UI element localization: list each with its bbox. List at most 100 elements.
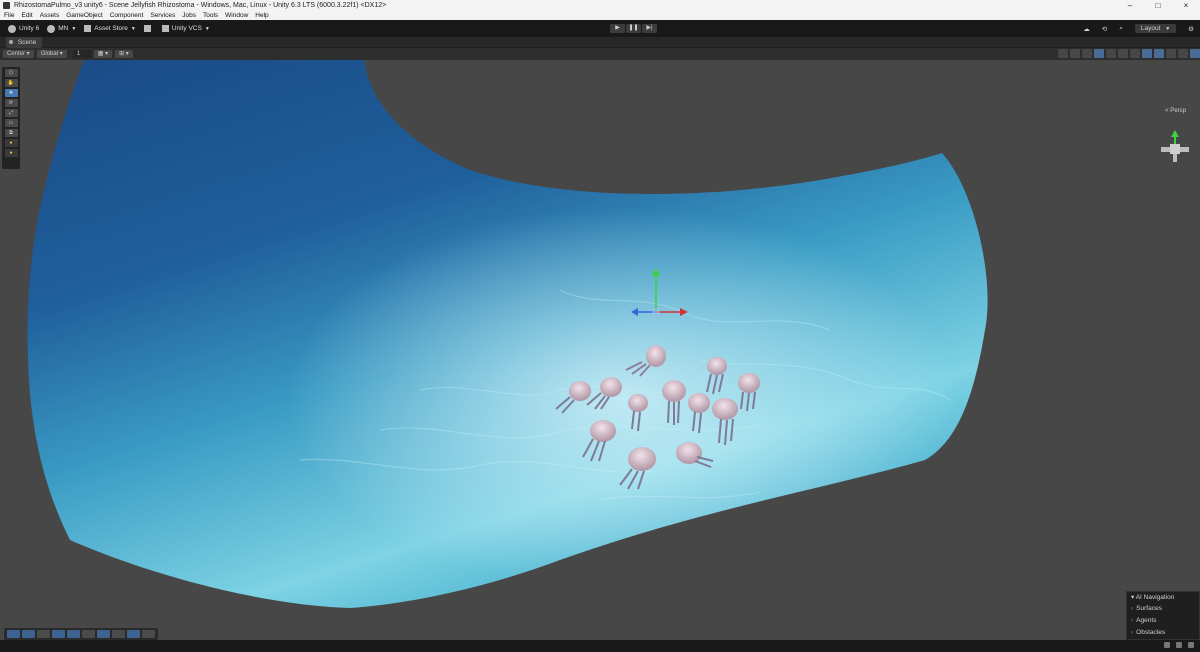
overlay-tool-9-icon[interactable] (127, 630, 140, 638)
scene-view-toggles (1058, 49, 1200, 58)
shading-shaded-icon[interactable] (1082, 49, 1092, 58)
asset-store-label: Asset Store (94, 25, 128, 32)
step-button[interactable]: ▶| (642, 24, 657, 33)
unity-version-button[interactable]: Unity 6 (8, 20, 39, 37)
ai-navigation-overlay: ▾ AI Navigation Surfaces Agents Obstacle… (1126, 591, 1200, 640)
chevron-down-icon: ▼ (1165, 26, 1171, 32)
tool-rect-icon[interactable]: ▭ (4, 119, 18, 127)
tab-scene-label: Scene (17, 39, 37, 46)
snap-dropdown[interactable]: ⊞ ▾ (115, 50, 133, 58)
pause-button[interactable]: ❚❚ (626, 24, 641, 33)
overlay-tool-7-icon[interactable] (97, 630, 110, 638)
account-label: MN (58, 25, 69, 32)
tab-scene[interactable]: Scene (6, 37, 43, 48)
window-titlebar: RhizostomaPulmo_v3 unity6 - Scene Jellyf… (0, 0, 1200, 11)
account-dropdown[interactable]: MN ▼ (47, 20, 76, 37)
overlay-tool-10-icon[interactable] (142, 630, 155, 638)
tool-transform-icon[interactable]: ⧉ (4, 129, 18, 137)
chevron-down-icon: ▾ (1131, 594, 1135, 601)
menu-assets[interactable]: Assets (40, 11, 60, 20)
ai-nav-surfaces[interactable]: Surfaces (1127, 603, 1199, 615)
status-icon-3[interactable] (1188, 642, 1194, 648)
tool-view-mode-icon[interactable]: ⬡ (4, 69, 18, 77)
tool-scale-icon[interactable]: ⤢ (4, 109, 18, 117)
scene-render (27, 60, 988, 608)
pivot-rotation-label: Global (40, 51, 59, 57)
minimize-button[interactable]: – (1116, 0, 1144, 11)
layout-label: Layout (1140, 25, 1161, 32)
orientation-gizmo[interactable] (1160, 129, 1190, 165)
overlay-tool-8-icon[interactable] (112, 630, 125, 638)
draw-mode-icon[interactable] (1058, 49, 1068, 58)
shading-dropdown-icon[interactable] (1106, 49, 1116, 58)
overlay-tool-5-icon[interactable] (67, 630, 80, 638)
layout-dropdown[interactable]: Layout ▼ (1134, 24, 1177, 33)
asset-store-dropdown[interactable]: Asset Store ▼ (84, 20, 136, 37)
menu-window[interactable]: Window (225, 11, 248, 20)
overlay-tool-1-icon[interactable] (7, 630, 20, 638)
ai-navigation-header[interactable]: ▾ AI Navigation (1127, 592, 1199, 603)
audio-toggle-icon[interactable] (1142, 49, 1152, 58)
menu-jobs[interactable]: Jobs (182, 11, 196, 20)
grid-toggle-dropdown[interactable]: ▦ ▾ (93, 50, 113, 58)
package-manager-button[interactable] (143, 20, 154, 37)
ai-navigation-title: AI Navigation (1135, 594, 1175, 601)
grid-size-value: 1 (76, 51, 81, 57)
gizmos-toggle-icon[interactable] (1190, 49, 1200, 58)
maximize-button[interactable]: □ (1144, 0, 1172, 11)
overlay-tool-4-icon[interactable] (52, 630, 65, 638)
close-button[interactable]: × (1172, 0, 1200, 11)
toolbar-right: ☁ ⟲ ⌕ Layout ▼ ⚙ (1083, 20, 1194, 37)
main-toolbar: Unity 6 MN ▼ Asset Store ▼ Unity VCS ▼ (0, 20, 1200, 37)
package-icon (143, 25, 151, 32)
scene-viewport[interactable]: < Persp (0, 60, 1200, 640)
effects-toggle-icon[interactable] (1154, 49, 1164, 58)
vcs-label: Unity VCS (171, 25, 202, 32)
unity-logo-icon (8, 24, 16, 33)
status-icon-2[interactable] (1176, 642, 1182, 648)
light-probe-icon[interactable]: ● (4, 149, 18, 157)
camera-settings-icon[interactable] (1178, 49, 1188, 58)
menu-edit[interactable]: Edit (21, 11, 32, 20)
ai-nav-obstacles[interactable]: Obstacles (1127, 627, 1199, 639)
overlay-tool-3-icon[interactable] (37, 630, 50, 638)
play-button[interactable]: ▶ (610, 24, 625, 33)
playmode-controls: ▶ ❚❚ ▶| (610, 24, 657, 33)
menu-tools[interactable]: Tools (203, 11, 218, 20)
settings-gear-icon[interactable]: ⚙ (1188, 25, 1194, 33)
menu-gameobject[interactable]: GameObject (66, 11, 103, 20)
lighting-toggle-icon[interactable] (1130, 49, 1140, 58)
shading-active-icon[interactable] (1094, 49, 1104, 58)
vcs-dropdown[interactable]: Unity VCS ▼ (161, 20, 210, 37)
pivot-mode-dropdown[interactable]: Center ▾ (3, 50, 34, 58)
2d-toggle-icon[interactable] (1118, 49, 1128, 58)
cloud-icon[interactable]: ☁ (1083, 25, 1090, 33)
menu-bar: File Edit Assets GameObject Component Se… (0, 11, 1200, 20)
asset-store-icon (84, 25, 92, 32)
tool-hand-icon[interactable]: ✋ (4, 79, 18, 87)
unity-app-icon (3, 2, 10, 9)
grid-size-field[interactable]: 1 (72, 50, 91, 58)
chevron-down-icon: ▼ (204, 25, 210, 32)
menu-help[interactable]: Help (255, 11, 268, 20)
search-icon[interactable]: ⌕ (1119, 25, 1123, 33)
camera-mode-label[interactable]: < Persp (1165, 108, 1186, 114)
caustic-glow (27, 60, 988, 608)
tool-move-icon[interactable]: ✥ (4, 89, 18, 97)
pivot-rotation-dropdown[interactable]: Global ▾ (36, 50, 67, 58)
shading-wireframe-icon[interactable] (1070, 49, 1080, 58)
chevron-down-icon: ▼ (130, 25, 136, 32)
menu-file[interactable]: File (4, 11, 14, 20)
tool-rotate-icon[interactable]: ⟳ (4, 99, 18, 107)
menu-services[interactable]: Services (150, 11, 175, 20)
history-icon[interactable]: ⟲ (1102, 25, 1107, 33)
ai-nav-agents[interactable]: Agents (1127, 615, 1199, 627)
scene-options-bar: Center ▾ Global ▾ 1 ▦ ▾ ⊞ ▾ (0, 48, 1200, 60)
lighting-light-icon[interactable]: ● (4, 139, 18, 147)
overlay-tool-2-icon[interactable] (22, 630, 35, 638)
window-title: RhizostomaPulmo_v3 unity6 - Scene Jellyf… (14, 2, 387, 9)
overlay-tool-6-icon[interactable] (82, 630, 95, 638)
menu-component[interactable]: Component (110, 11, 144, 20)
status-icon-1[interactable] (1164, 642, 1170, 648)
hidden-objects-icon[interactable] (1166, 49, 1176, 58)
